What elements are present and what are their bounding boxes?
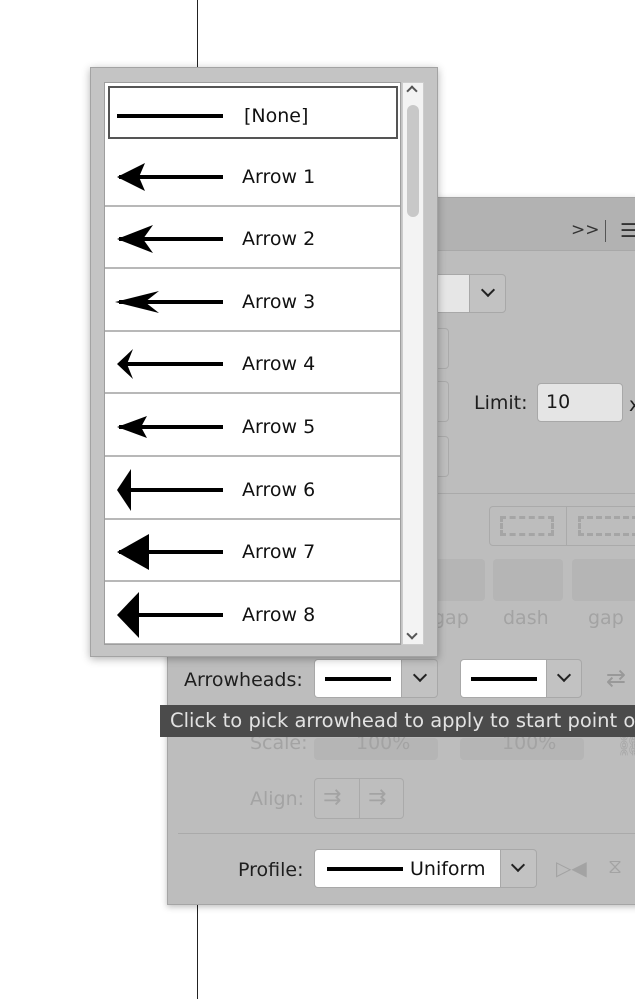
gap-label: gap [588,607,624,629]
chevron-up-icon[interactable] [406,85,418,97]
divider [178,833,635,834]
dash-corners-icon [500,516,554,536]
double-chevron-right-icon[interactable]: >> [571,220,600,240]
limit-label: Limit: [474,392,528,414]
arrowhead-option-label: Arrow 8 [242,603,316,626]
chevron-down-icon [556,667,572,683]
tooltip: Click to pick arrowhead to apply to star… [160,705,635,737]
line-icon [117,114,223,118]
arrowhead-option[interactable]: Arrow 2 [105,208,400,270]
arrowhead-option-label: Arrow 3 [242,290,316,313]
align-inside-icon[interactable]: ⇉ [368,785,386,810]
limit-suffix: x [629,394,635,416]
arrowhead-icon [115,290,223,313]
dash-input[interactable] [493,559,563,601]
arrowhead-icon [117,349,223,380]
arrowhead-option-label: Arrow 6 [242,478,316,501]
chevron-down-icon [480,282,496,298]
gap-input[interactable] [572,559,635,601]
start-scale-input[interactable]: 100% [314,732,438,760]
arrowhead-option-label: Arrow 4 [242,353,316,376]
dash-label: dash [503,607,549,629]
limit-input[interactable]: 10 [537,383,623,422]
arrowhead-option-label: Arrow 2 [242,228,316,251]
arrowhead-icon [117,225,223,254]
scrollbar[interactable] [402,82,424,645]
arrowhead-icon [117,534,223,571]
chevron-down-icon [510,857,526,873]
align-label: Align: [250,788,305,810]
flip-across-icon[interactable]: ⧖ [608,854,622,878]
swap-arrowheads-icon[interactable]: ⇄ [606,664,626,692]
gap-label: gap [433,607,469,629]
arrowhead-option-label: Arrow 7 [242,541,316,564]
arrowhead-option-label: Arrow 1 [242,165,316,188]
align-extend-icon[interactable]: ⇉ [323,785,341,810]
arrowhead-option[interactable]: Arrow 3 [105,270,400,332]
arrowhead-icon [117,162,223,191]
canvas-line [197,905,198,999]
profile-label: Profile: [238,859,304,881]
arrowhead-list: [None] Arrow 1 Arrow 2 Arrow 3 Arrow 4 Arrow … [104,82,401,645]
arrowhead-option[interactable]: Arrow 5 [105,396,400,457]
scrollbar-thumb[interactable] [407,105,419,217]
arrowhead-icon [117,591,223,638]
arrowhead-icon [117,468,223,511]
end-arrowhead-dropdown[interactable] [460,659,582,698]
end-scale-input[interactable]: 100% [460,732,584,760]
canvas-line [197,0,198,68]
arrowhead-option[interactable]: Arrow 8 [105,583,400,644]
arrowhead-menu: [None] Arrow 1 Arrow 2 Arrow 3 Arrow 4 Arrow … [90,67,438,657]
arrowhead-option[interactable]: Arrow 4 [105,333,400,395]
align-buttons[interactable]: ⇉ ⇉ [314,778,404,819]
chevron-down-icon[interactable] [406,628,418,640]
arrowhead-option[interactable]: Arrow 1 [105,145,400,207]
divider [605,220,606,242]
dash-align-buttons[interactable] [489,506,635,546]
flip-along-icon[interactable]: ▷◀ [556,856,587,880]
arrowhead-option[interactable]: Arrow 6 [105,458,400,520]
arrowhead-option[interactable]: [None] [108,86,398,139]
arrowhead-option-label: Arrow 5 [242,416,316,438]
profile-dropdown[interactable]: Uniform [314,849,537,888]
arrowhead-option-label: [None] [244,105,309,127]
arrowhead-icon [117,416,223,438]
arrowhead-option[interactable]: Arrow 7 [105,521,400,583]
start-arrowhead-dropdown[interactable] [314,659,438,698]
dash-exact-icon [578,516,635,536]
chevron-down-icon [412,667,428,683]
menu-icon[interactable]: ☰ [620,220,635,242]
arrowheads-label: Arrowheads: [184,669,303,691]
